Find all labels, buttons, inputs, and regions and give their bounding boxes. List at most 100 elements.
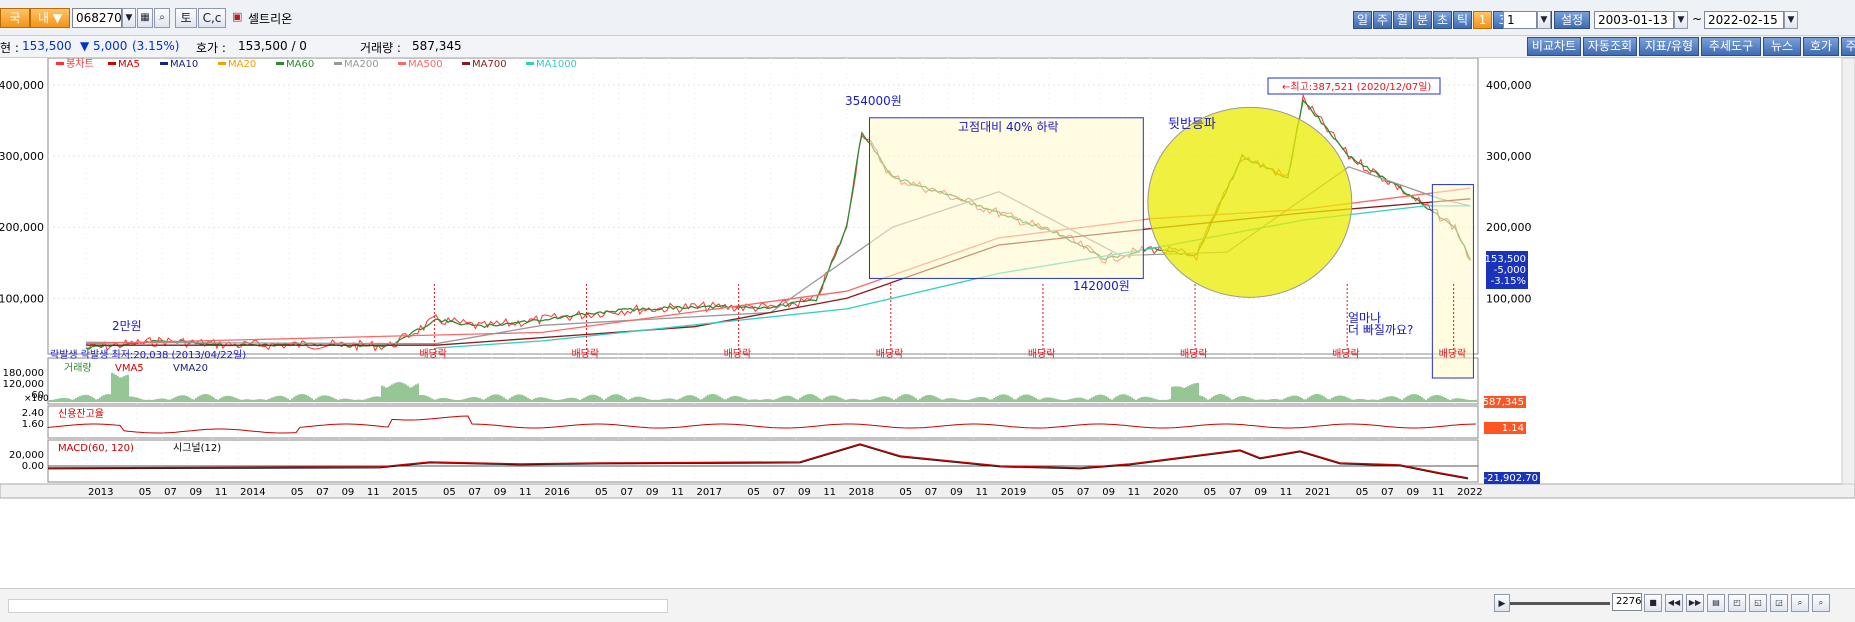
to-button[interactable]: 토 — [175, 8, 197, 28]
x-tick-label: 11 — [975, 487, 988, 498]
code-dropdown-icon[interactable]: ▼ — [122, 8, 136, 28]
annotation-low-142k: 142000원 — [1073, 279, 1130, 293]
tool-button-0[interactable]: 비교차트 — [1527, 37, 1581, 56]
x-tick-label: 05 — [443, 487, 456, 498]
nav-icon-5[interactable]: ◱ — [1749, 594, 1767, 612]
macd-y-tick: 20,000 — [9, 450, 44, 461]
legend-item: MA500 — [408, 59, 443, 70]
nav-icon-1[interactable]: ◀◀ — [1665, 594, 1683, 612]
current-price: 153,500 — [22, 39, 72, 53]
price-label: 현 : — [0, 41, 19, 55]
x-tick-label: 2020 — [1153, 487, 1178, 498]
macd-last-value: -21,902.70 — [1483, 473, 1538, 484]
x-tick-label: 09 — [342, 487, 355, 498]
volume-y-tick: 180,000 — [3, 368, 44, 379]
nav-icon-4[interactable]: ◰ — [1728, 594, 1746, 612]
x-tick-label: 09 — [646, 487, 659, 498]
count-dropdown-icon[interactable]: ▼ — [1537, 11, 1551, 29]
count-input[interactable]: 1 — [1503, 11, 1537, 29]
volume-last-value: 587,345 — [1483, 397, 1524, 408]
dividend-label: 배당락 — [1180, 348, 1208, 360]
x-tick-label: 05 — [1052, 487, 1065, 498]
period-button-1[interactable]: 주 — [1373, 11, 1392, 29]
period-button-2[interactable]: 월 — [1393, 11, 1412, 29]
dividend-label: 배당락 — [724, 348, 752, 360]
x-tick-label: 2021 — [1305, 487, 1330, 498]
tool-button-3[interactable]: 추세도구 — [1701, 37, 1761, 56]
annotation-how-much-2: 더 빠질까요? — [1348, 323, 1413, 337]
period-button-0[interactable]: 일 — [1353, 11, 1372, 29]
credit-y-tick: 2.40 — [22, 408, 44, 419]
x-tick-label: 2014 — [240, 487, 265, 498]
tool-button-5[interactable]: 호가 — [1803, 37, 1839, 56]
tool-button-6[interactable]: 주 — [1841, 37, 1855, 56]
tool-button-4[interactable]: 뉴스 — [1763, 37, 1801, 56]
search-icon[interactable]: ⌕ — [154, 8, 170, 28]
period-button-5[interactable]: 틱 — [1453, 11, 1472, 29]
x-tick-label: 11 — [671, 487, 684, 498]
legend-item: MA60 — [286, 59, 314, 70]
legend-item: MA10 — [170, 59, 198, 70]
dividend-label: 배당락 — [1332, 348, 1360, 360]
dividend-label: 배당락 — [1439, 348, 1467, 360]
x-tick-label: 2015 — [392, 487, 417, 498]
legend-swatch — [398, 62, 406, 65]
nav-icon-3[interactable]: ▤ — [1707, 594, 1725, 612]
annotation-20k: 2만원 — [112, 319, 142, 333]
market-dropdown[interactable]: 내 ▼ — [30, 8, 70, 28]
period-button-4[interactable]: 초 — [1433, 11, 1452, 29]
volume-y-tick: 120,000 — [3, 379, 44, 390]
stock-code-input[interactable]: 068270 — [72, 8, 122, 28]
number-button-1[interactable]: 1 — [1473, 11, 1492, 29]
x-tick-label: 05 — [1204, 487, 1217, 498]
bottom-bar: ▶ 2276 ■ ◀◀ ▶▶ ▤ ◰ ◱ ◲ ⌕ ⌕ — [0, 588, 1855, 622]
x-tick-label: 07 — [316, 487, 329, 498]
dividend-label: 배당락 — [419, 348, 447, 360]
y-tick-label: 100,000 — [0, 292, 44, 305]
zoom-slider[interactable] — [1510, 602, 1610, 605]
x-tick-label: 05 — [1356, 487, 1369, 498]
dividend-label: 배당락 — [572, 348, 600, 360]
annotation-all-time-high: ←최고:387,521 (2020/12/07일) — [1282, 81, 1431, 93]
visible-bars-input[interactable]: 2276 — [1612, 593, 1642, 611]
x-tick-label: 07 — [620, 487, 633, 498]
y-tick-label-right: 100,000 — [1486, 292, 1532, 305]
nav-icon-2[interactable]: ▶▶ — [1686, 594, 1704, 612]
legend-item: MA700 — [472, 59, 507, 70]
horizontal-scrollbar[interactable] — [8, 599, 668, 613]
current-price-value: -3.15% — [1491, 276, 1526, 287]
x-tick-label: 11 — [1432, 487, 1445, 498]
x-tick-label: 11 — [1128, 487, 1141, 498]
nav-icon-0[interactable]: ■ — [1644, 594, 1662, 612]
nav-icon-8[interactable]: ⌕ — [1812, 594, 1830, 612]
tool-button-2[interactable]: 지표/유형 — [1639, 37, 1699, 56]
x-tick-label: 05 — [899, 487, 912, 498]
nav-icon-7[interactable]: ⌕ — [1791, 594, 1809, 612]
date-from-dropdown-icon[interactable]: ▼ — [1674, 11, 1688, 29]
period-button-3[interactable]: 분 — [1413, 11, 1432, 29]
market-tab-domestic[interactable]: 국 — [0, 8, 30, 28]
x-tick-label: 09 — [189, 487, 202, 498]
legend-swatch — [334, 62, 342, 65]
scroll-left-icon[interactable]: ▶ — [1494, 594, 1510, 612]
settings-button[interactable]: 설정 — [1554, 11, 1590, 29]
date-to-dropdown-icon[interactable]: ▼ — [1784, 11, 1798, 29]
legend-swatch — [276, 62, 284, 65]
legend-swatch — [526, 62, 534, 65]
x-tick-label: 2017 — [697, 487, 722, 498]
x-tick-label: 09 — [950, 487, 963, 498]
stock-chart[interactable]: 400,000 400,000 300,000 300,000 200,000 200,0… — [0, 58, 1855, 588]
x-tick-label: 11 — [367, 487, 380, 498]
calendar-icon[interactable]: ▦ — [137, 8, 153, 28]
tool-button-1[interactable]: 자동조회 — [1583, 37, 1637, 56]
x-tick-label: 09 — [1254, 487, 1267, 498]
nav-icon-6[interactable]: ◲ — [1770, 594, 1788, 612]
y-tick-label-right: 400,000 — [1486, 79, 1532, 92]
x-tick-label: 09 — [1406, 487, 1419, 498]
date-separator: ~ — [1692, 12, 1703, 26]
x-tick-label: 07 — [468, 487, 481, 498]
legend-item: MA20 — [228, 59, 256, 70]
cc-button[interactable]: C,c — [198, 8, 226, 28]
date-from-input[interactable]: 2003-01-13 — [1594, 11, 1674, 29]
date-to-input[interactable]: 2022-02-15 — [1704, 11, 1784, 29]
